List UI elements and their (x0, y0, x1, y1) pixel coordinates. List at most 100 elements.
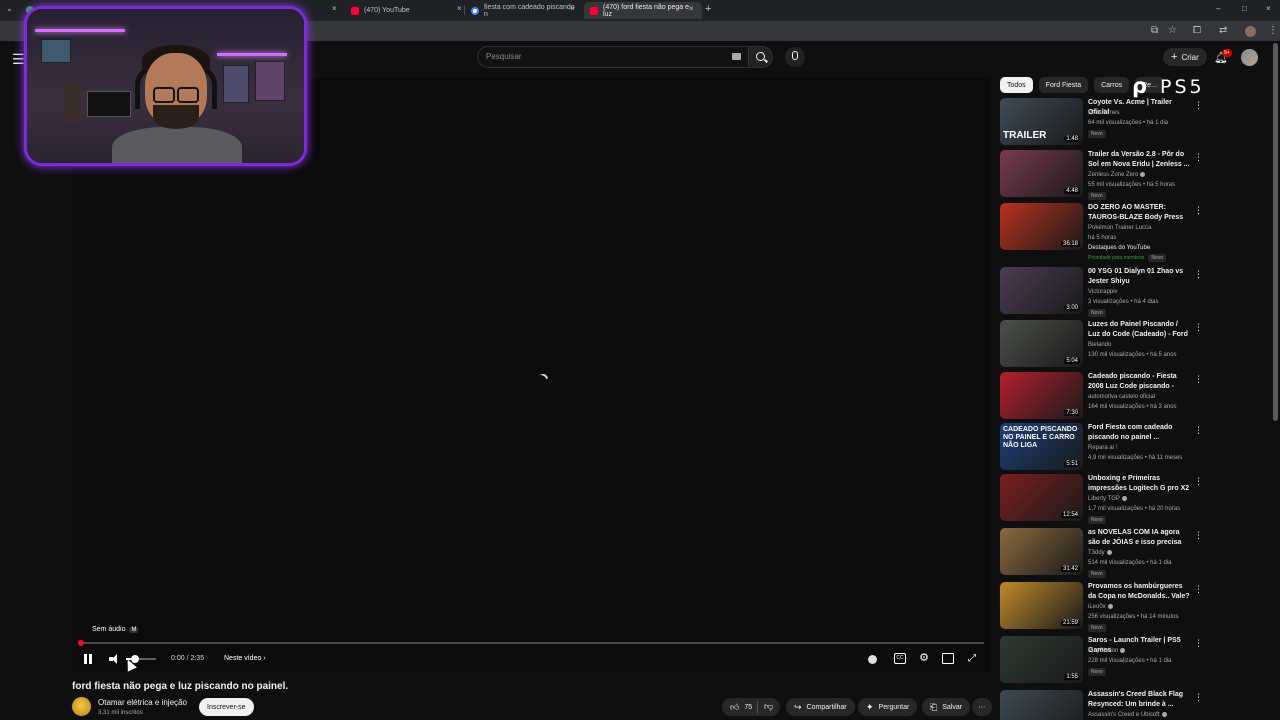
channel-name[interactable]: Otamar elétrica e injeção (98, 698, 187, 707)
extensions-icon[interactable]: ⧠ (1193, 25, 1201, 36)
recommendation-title[interactable]: DO ZERO AO MASTER: TAUROS-BLAZE Body Pre… (1088, 203, 1190, 223)
recommendation-title[interactable]: Unboxing e Primeiras impressões Logitech… (1088, 474, 1190, 494)
recommendation-title[interactable]: Provamos os hambúrgueres da Copa no McDo… (1088, 582, 1190, 602)
recommendation-item[interactable]: 3:00 00 YSG 01 Dialyn 01 Zhao vs Jester S… (1000, 267, 1210, 317)
keyboard-icon[interactable] (732, 53, 741, 60)
more-options-icon[interactable]: ⋮ (1194, 530, 1203, 541)
tab-close-icon[interactable]: × (570, 4, 575, 13)
more-actions-button[interactable]: ⋯ (972, 698, 992, 716)
translate-icon[interactable]: ⇄ (1219, 25, 1227, 36)
browser-tab-youtube[interactable]: (470) YouTube (345, 2, 462, 19)
tab-close-icon[interactable]: × (457, 4, 462, 13)
video-thumbnail[interactable]: 36:18 (1000, 203, 1083, 250)
recommendation-item[interactable]: Assassin's Creed Black Flag Resynced: Um… (1000, 690, 1210, 720)
tab-search-icon[interactable]: ⌄ (6, 4, 13, 13)
recommendation-item[interactable]: 5:04 Luzes do Painel Piscando / Luz do Co… (1000, 320, 1210, 368)
subscribe-button[interactable]: Inscrever-se (199, 698, 254, 716)
recommendation-item[interactable]: TRAILER 1:48 Coyote Vs. Acme | Trailer Ofi… (1000, 98, 1210, 146)
volume-icon[interactable] (109, 654, 121, 664)
recommendation-channel[interactable]: iLeo0x (1088, 604, 1113, 610)
tab-close-icon[interactable]: × (689, 4, 694, 13)
recommendation-title[interactable]: Trailer da Versão 2.8 - Pôr do Sol em No… (1088, 150, 1190, 170)
recommendation-item[interactable]: 21:59 Provamos os hambúrgueres da Copa no… (1000, 582, 1210, 632)
page-scrollbar[interactable] (1273, 43, 1278, 421)
channel-avatar[interactable] (72, 697, 91, 716)
browser-menu-icon[interactable]: ⋮ (1268, 25, 1278, 36)
progress-bar[interactable] (77, 640, 984, 646)
pause-button[interactable] (84, 654, 93, 664)
subtitles-icon[interactable]: CC (894, 653, 906, 664)
recommendation-channel[interactable]: Victorappiv (1088, 289, 1118, 295)
browser-tab-google[interactable]: fiesta com cadeado piscando n (465, 2, 582, 19)
video-thumbnail[interactable]: TRAILER 1:48 (1000, 98, 1083, 145)
search-button[interactable] (749, 46, 773, 68)
recommendation-channel[interactable]: Zenless Zone Zero (1088, 172, 1146, 178)
recommendation-channel[interactable]: Liberty TGP (1088, 496, 1127, 502)
recommendation-title[interactable]: Ford Fiesta com cadeado piscando no pain… (1088, 423, 1190, 443)
recommendation-channel[interactable]: ParisFilmes (1088, 110, 1119, 116)
recommendation-item[interactable]: 36:18 DO ZERO AO MASTER: TAUROS-BLAZE Bod… (1000, 203, 1210, 262)
more-options-icon[interactable]: ⋮ (1194, 322, 1203, 333)
install-app-icon[interactable]: ⧉ (1151, 25, 1158, 36)
browser-profile-avatar[interactable] (1245, 26, 1256, 37)
video-thumbnail[interactable]: 4:48 (1000, 150, 1083, 197)
chip-ford-fiesta[interactable]: Ford Fiesta (1038, 77, 1089, 93)
video-thumbnail[interactable]: 7:30 (1000, 372, 1083, 419)
recommendation-channel[interactable]: T3ddy (1088, 550, 1112, 556)
recommendation-channel[interactable]: automotiva castelo oficial (1088, 394, 1155, 400)
tab-close-icon[interactable]: × (332, 4, 337, 13)
recommendation-title[interactable]: Assassin's Creed Black Flag Resynced: Um… (1088, 690, 1190, 710)
close-window-button[interactable]: × (1266, 4, 1271, 13)
recommendation-item[interactable]: CADEADO PISCANDO NO PAINEL E CARRO NÃO L… (1000, 423, 1210, 471)
ask-button[interactable]: ✦ Perguntar (858, 698, 918, 716)
video-thumbnail[interactable] (1000, 690, 1083, 720)
recommendation-item[interactable]: 4:48 Trailer da Versão 2.8 - Pôr do Sol e… (1000, 150, 1210, 200)
more-options-icon[interactable]: ⋮ (1194, 374, 1203, 385)
maximize-button[interactable]: □ (1242, 4, 1247, 13)
account-avatar[interactable] (1241, 49, 1258, 66)
chapters-button[interactable]: Neste vídeo › (224, 655, 266, 662)
share-button[interactable]: ↪ Compartilhar (786, 698, 855, 716)
menu-icon[interactable]: ☰ (12, 51, 25, 68)
more-options-icon[interactable]: ⋮ (1194, 638, 1203, 649)
more-options-icon[interactable]: ⋮ (1194, 584, 1203, 595)
more-options-icon[interactable]: ⋮ (1194, 205, 1203, 216)
recommendation-channel[interactable]: Bielando (1088, 342, 1111, 348)
recommendation-channel[interactable]: Repara aí ! (1088, 445, 1118, 451)
more-options-icon[interactable]: ⋮ (1194, 692, 1203, 703)
create-button[interactable]: + Criar (1163, 48, 1207, 66)
recommendation-title[interactable]: as NOVELAS COM IA agora são de JÓIAS e i… (1088, 528, 1190, 548)
video-thumbnail[interactable]: 31:42 (1000, 528, 1083, 575)
fullscreen-icon[interactable]: ⤢ (966, 653, 978, 664)
recommendation-title[interactable]: Cadeado piscando - Fiesta 2008 Luz Code … (1088, 372, 1190, 392)
browser-tab-active[interactable]: (470) ford fiesta não pega e luz (584, 2, 702, 19)
video-thumbnail[interactable]: 21:59 (1000, 582, 1083, 629)
recommendation-channel[interactable]: PlayStation (1088, 648, 1126, 654)
chip-cars[interactable]: Carros (1094, 77, 1130, 93)
more-options-icon[interactable]: ⋮ (1194, 152, 1203, 163)
recommendation-title[interactable]: 00 YSG 01 Dialyn 01 Zhao vs Jester Shiyu (1088, 267, 1190, 287)
bookmark-star-icon[interactable]: ☆ (1168, 25, 1177, 36)
search-input[interactable] (486, 52, 716, 61)
recommendation-item[interactable]: 31:42 as NOVELAS COM IA agora são de JÓIA… (1000, 528, 1210, 578)
recommendation-item[interactable]: 1:55 Saros - Launch Trailer | PS5 Games Pl… (1000, 636, 1210, 684)
voice-search-button[interactable] (785, 47, 805, 67)
recommendation-item[interactable]: 7:30 Cadeado piscando - Fiesta 2008 Luz C… (1000, 372, 1210, 420)
video-thumbnail[interactable]: 3:00 (1000, 267, 1083, 314)
more-options-icon[interactable]: ⋮ (1194, 476, 1203, 487)
new-tab-button[interactable]: + (705, 3, 711, 15)
recommendation-channel[interactable]: Assassin's Creed e Ubisoft (1088, 712, 1167, 718)
video-thumbnail[interactable]: 1:55 (1000, 636, 1083, 683)
video-thumbnail[interactable]: CADEADO PISCANDO NO PAINEL E CARRO NÃO L… (1000, 423, 1083, 470)
like-count[interactable]: 75 (744, 704, 752, 711)
settings-gear-icon[interactable]: ⚙ (918, 653, 930, 664)
video-thumbnail[interactable]: 5:04 (1000, 320, 1083, 367)
video-thumbnail[interactable]: 12:54 (1000, 474, 1083, 521)
more-options-icon[interactable]: ⋮ (1194, 425, 1203, 436)
recommendation-item[interactable]: 12:54 Unboxing e Primeiras impressões Log… (1000, 474, 1210, 524)
video-player[interactable]: Sem áudio M 0:00 / 2:35 Neste vídeo › CC… (72, 78, 990, 672)
like-icon[interactable]: 👍︎ (730, 702, 739, 713)
save-button[interactable]: ⎗ Salvar (922, 698, 971, 716)
more-options-icon[interactable]: ⋮ (1194, 269, 1203, 280)
chip-all[interactable]: Todos (1000, 77, 1033, 93)
